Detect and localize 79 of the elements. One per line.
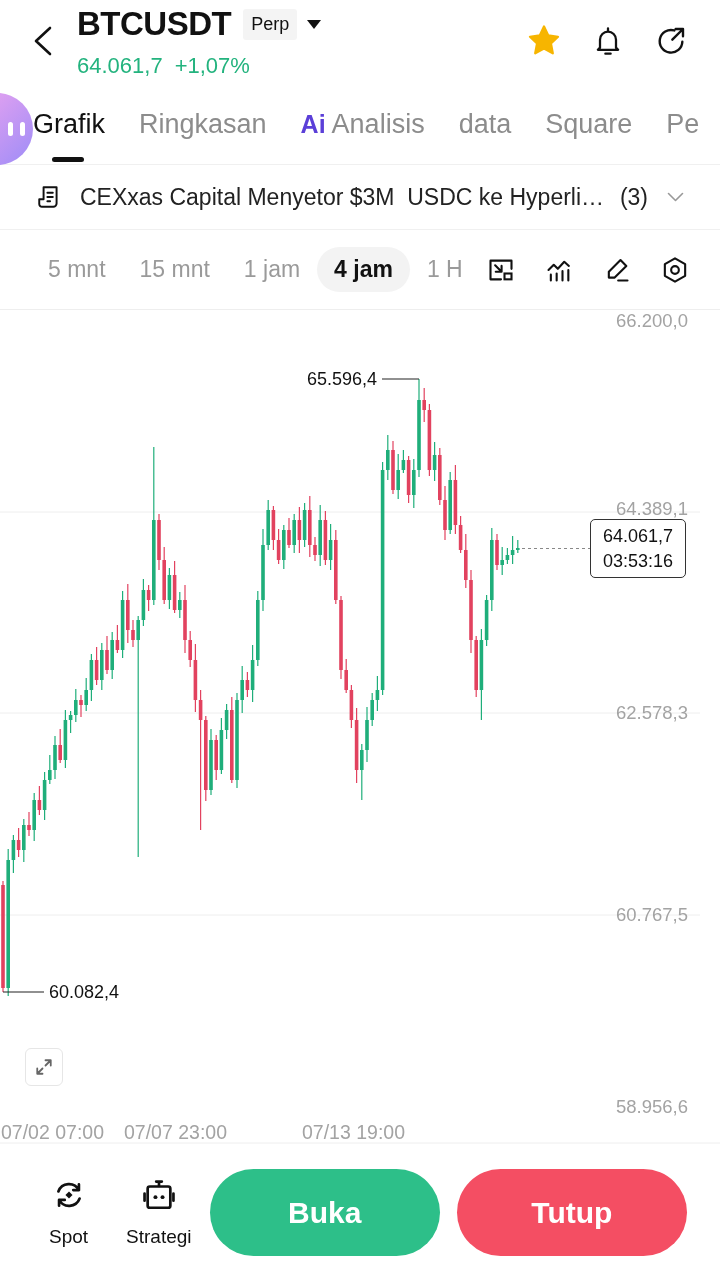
falling-candle: [245, 671, 250, 698]
last-price-value: 64.061,7: [602, 524, 674, 548]
assistant-bubble-icon[interactable]: [0, 93, 33, 165]
rising-candle: [318, 504, 322, 567]
price-axis-label: 66.200,0: [616, 310, 688, 331]
fullscreen-button[interactable]: [25, 1048, 63, 1086]
rising-candle: [32, 792, 36, 842]
tab[interactable]: Square: [545, 92, 633, 164]
countdown-timer: 03:53:16: [602, 549, 674, 573]
caret-down-icon[interactable]: [307, 19, 322, 29]
rising-candle: [448, 471, 452, 535]
falling-candle: [406, 455, 411, 504]
open-position-button[interactable]: Buka: [209, 1169, 440, 1256]
symbol-title: BTCUSDT: [77, 5, 232, 43]
expand-icon: [35, 1058, 53, 1076]
rising-candle: [167, 567, 172, 610]
news-count: (3): [619, 183, 648, 211]
spot-button[interactable]: Spot: [49, 1177, 89, 1248]
rising-candle: [282, 524, 286, 570]
share-icon[interactable]: [655, 25, 687, 57]
tab[interactable]: data: [458, 92, 512, 164]
rising-candle: [22, 818, 26, 863]
price-change: +1,07%: [174, 53, 250, 79]
chevron-down-icon[interactable]: [667, 192, 684, 202]
robot-icon: [141, 1177, 176, 1212]
price-axis-label: 64.389,1: [616, 498, 688, 519]
tab[interactable]: Ai Analisis: [300, 92, 425, 164]
timeframe-tab[interactable]: 4 jam: [317, 247, 410, 292]
strategy-button[interactable]: Strategi: [126, 1177, 192, 1248]
tab[interactable]: Ringkasan: [139, 92, 267, 164]
falling-candle: [391, 440, 395, 495]
rising-candle: [432, 441, 437, 482]
rising-candle: [110, 631, 114, 680]
close-position-button[interactable]: Tutup: [456, 1169, 687, 1256]
rising-candle: [302, 502, 307, 548]
price-axis-label: 58.956,6: [616, 1096, 688, 1117]
time-axis-label: 07/02 07:00: [1, 1121, 104, 1143]
falling-candle: [105, 635, 109, 675]
falling-candle: [146, 584, 151, 612]
falling-candle: [16, 827, 21, 858]
falling-candle: [214, 734, 218, 781]
price-axis-label: 62.578,3: [616, 702, 688, 723]
last-price-line: [521, 547, 591, 550]
falling-candle: [58, 728, 62, 764]
falling-candle: [115, 624, 120, 654]
rising-candle: [292, 513, 296, 554]
ai-label: Ai: [300, 109, 326, 139]
contract-type-tag: Perp: [243, 8, 298, 40]
timeframe-tab[interactable]: 1 H: [409, 247, 480, 292]
falling-candle: [37, 785, 42, 816]
falling-candle: [27, 811, 31, 837]
rising-candle: [100, 642, 104, 691]
rising-candle: [328, 523, 333, 571]
high-price-label: 65.596,4: [306, 369, 377, 389]
news-headline[interactable]: CEXxas Capital Menyetor $3M USDC ke Hyperli…: [80, 183, 605, 211]
high-price-leader: [381, 378, 420, 380]
rising-candle: [120, 590, 125, 659]
timeframe-tab[interactable]: 5 mnt: [31, 247, 123, 292]
falling-candle: [495, 533, 499, 571]
time-axis-label: 07/07 23:00: [124, 1121, 227, 1143]
time-axis-label: 07/13 19:00: [302, 1121, 405, 1143]
rising-candle: [178, 591, 182, 619]
tab[interactable]: Pe: [666, 92, 700, 164]
settings-icon[interactable]: [661, 255, 689, 284]
low-price-label: 60.082,4: [49, 982, 120, 1002]
falling-candle: [79, 694, 83, 718]
back-icon[interactable]: [33, 26, 53, 56]
falling-candle: [297, 506, 302, 554]
price-axis-label: 60.767,5: [616, 904, 688, 925]
last-price: 64.061,7: [77, 53, 163, 79]
falling-candle: [287, 517, 291, 549]
falling-candle: [94, 646, 99, 686]
rising-candle: [209, 728, 213, 796]
timeframe-tab[interactable]: 1 jam: [226, 247, 318, 292]
tab[interactable]: Grafik: [33, 92, 105, 164]
low-price-leader: [2, 991, 45, 993]
falling-candle: [172, 560, 177, 614]
timeframe-tab[interactable]: 15 mnt: [122, 247, 227, 292]
falling-candle: [323, 510, 328, 566]
